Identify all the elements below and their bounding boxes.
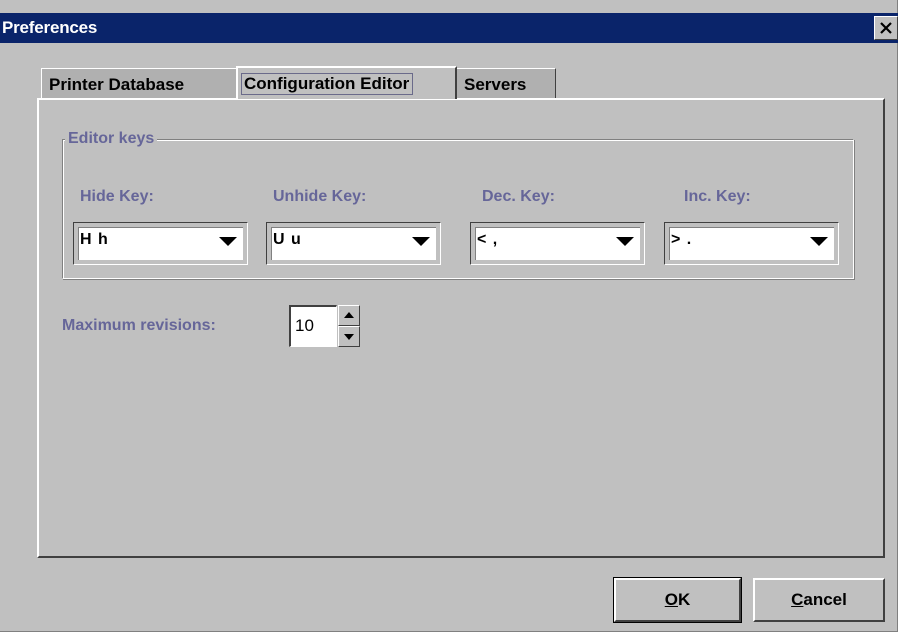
arrow-up-icon <box>344 312 354 318</box>
title-bar[interactable]: Preferences <box>0 13 898 43</box>
tab-label: Servers <box>464 75 527 94</box>
hide-key-value: H h <box>80 231 109 248</box>
chevron-down-icon[interactable] <box>616 237 634 246</box>
maximum-revisions-input[interactable]: 10 <box>289 305 337 347</box>
chevron-down-icon[interactable] <box>412 237 430 246</box>
dec-key-value: < , <box>477 231 499 248</box>
tab-label: Configuration Editor <box>241 73 414 95</box>
window-title: Preferences <box>2 18 98 37</box>
chevron-down-icon[interactable] <box>219 237 237 246</box>
maximum-revisions-label: Maximum revisions: <box>62 317 216 334</box>
arrow-down-icon <box>344 334 354 340</box>
hide-key-select[interactable]: H h <box>73 222 248 265</box>
chevron-down-icon[interactable] <box>810 237 828 246</box>
tab-servers[interactable]: Servers <box>456 68 556 99</box>
unhide-key-value: U u <box>273 231 302 248</box>
inc-key-select[interactable]: > . <box>664 222 839 265</box>
tab-printer-database[interactable]: Printer Database <box>41 68 238 99</box>
ok-mnemonic: O <box>664 590 678 609</box>
spin-up-button[interactable] <box>338 305 360 326</box>
close-icon <box>880 22 892 34</box>
preferences-dialog: Preferences Printer Database Configurati… <box>0 0 898 632</box>
ok-label-rest: K <box>677 590 691 609</box>
unhide-key-select[interactable]: U u <box>266 222 441 265</box>
cancel-label-rest: ancel <box>803 590 847 609</box>
close-button[interactable] <box>874 16 898 40</box>
cancel-button[interactable]: Cancel <box>753 578 885 622</box>
inc-key-label: Inc. Key: <box>684 188 751 205</box>
dec-key-label: Dec. Key: <box>482 188 555 205</box>
dec-key-select[interactable]: < , <box>470 222 645 265</box>
cancel-mnemonic: C <box>791 590 804 609</box>
editor-keys-legend: Editor keys <box>65 130 158 148</box>
hide-key-label: Hide Key: <box>80 188 154 205</box>
tab-label: Printer Database <box>49 75 185 94</box>
unhide-key-label: Unhide Key: <box>273 188 367 205</box>
inc-key-value: > . <box>671 231 693 248</box>
ok-button[interactable]: OK <box>613 577 742 623</box>
tab-configuration-editor[interactable]: Configuration Editor <box>236 66 457 99</box>
spin-down-button[interactable] <box>338 326 360 347</box>
